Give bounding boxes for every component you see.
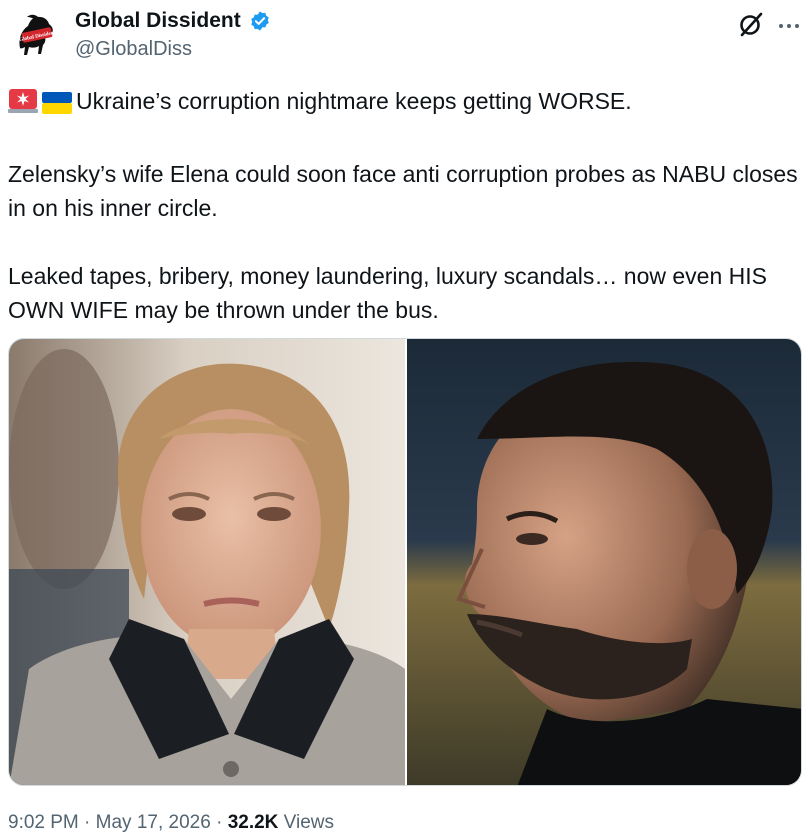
views-label: Views <box>278 812 335 833</box>
meta-separator: · <box>78 812 96 833</box>
meta-separator: · <box>210 812 228 833</box>
display-name[interactable]: Global Dissident <box>75 6 241 36</box>
handle[interactable]: @GlobalDiss <box>75 36 271 62</box>
tweet-time[interactable]: 9:02 PM <box>8 812 79 833</box>
more-options-button[interactable] <box>775 8 803 40</box>
media-grid <box>8 338 802 786</box>
horse-logo-icon: Global Dissident <box>19 14 56 55</box>
siren-emoji-icon <box>8 88 38 123</box>
grok-icon <box>740 12 763 37</box>
author-names: Global Dissident @GlobalDiss <box>75 6 271 62</box>
tweet-text: Ukraine’s corruption nightmare keeps get… <box>8 84 798 327</box>
more-icon <box>779 24 799 28</box>
ukraine-flag-icon <box>42 89 72 123</box>
tweet-meta: 9:02 PM · May 17, 2026 · 32.2K Views <box>8 808 334 838</box>
verified-badge-icon <box>249 10 271 32</box>
photo-man[interactable] <box>407 339 801 785</box>
tweet-line-1-text: Ukraine’s corruption nightmare keeps get… <box>76 88 632 114</box>
photo-woman[interactable] <box>9 339 405 785</box>
tweet-line-2: Zelensky’s wife Elena could soon face an… <box>8 161 798 221</box>
tweet-line-1: Ukraine’s corruption nightmare keeps get… <box>8 84 798 123</box>
tweet-line-3: Leaked tapes, bribery, money laundering,… <box>8 263 767 323</box>
grok-button[interactable] <box>735 8 767 40</box>
tweet-header: Global Dissident Global Dissident @Globa… <box>0 0 808 72</box>
views-count: 32.2K <box>227 812 279 833</box>
tweet-date[interactable]: May 17, 2026 <box>96 812 211 833</box>
avatar[interactable]: Global Dissident <box>8 8 64 64</box>
